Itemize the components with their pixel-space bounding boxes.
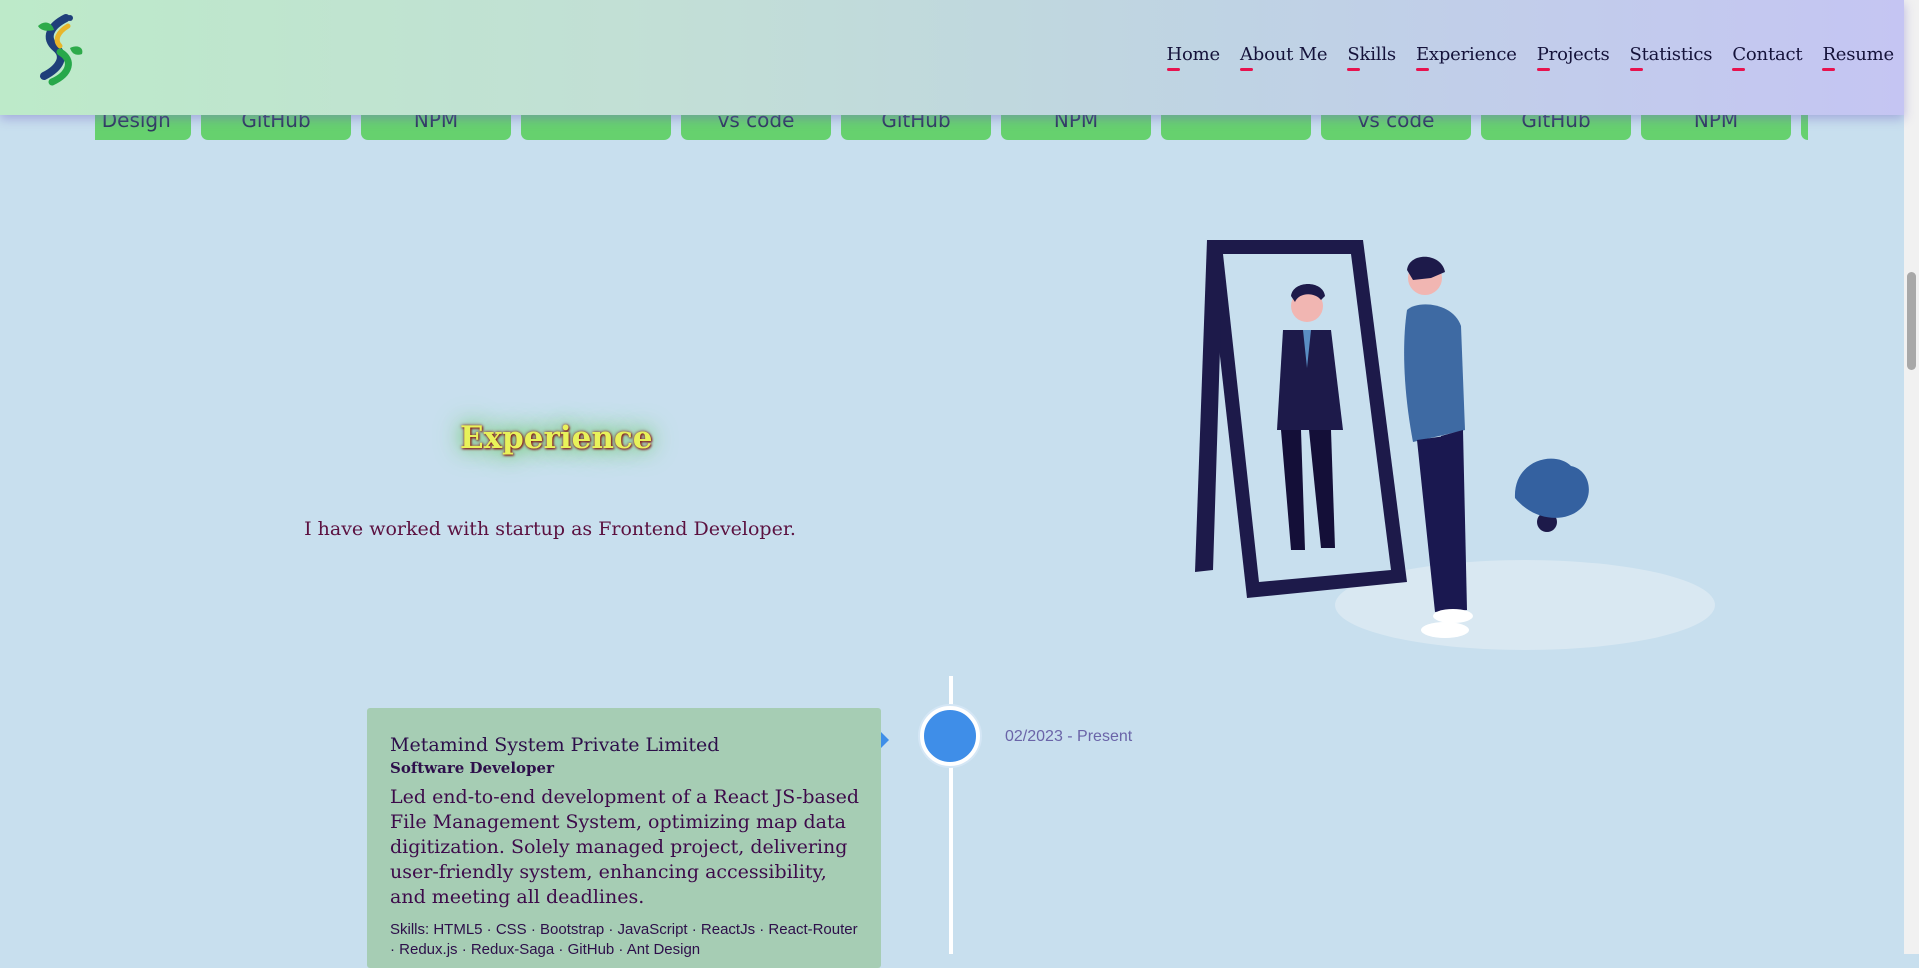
- scrollbar-thumb[interactable]: [1907, 272, 1916, 370]
- timeline-date: 02/2023 - Present: [1005, 728, 1133, 745]
- site-header: Home About Me Skills Experience Projects…: [0, 0, 1904, 115]
- company-name: Metamind System Private Limited: [390, 734, 720, 756]
- main-nav: Home About Me Skills Experience Projects…: [1147, 44, 1894, 71]
- nav-experience[interactable]: Experience: [1415, 44, 1517, 71]
- nav-home[interactable]: Home: [1166, 44, 1220, 71]
- timeline-dot-icon: [920, 706, 980, 766]
- experience-card: Metamind System Private Limited Software…: [367, 708, 881, 968]
- job-description: Led end-to-end development of a React JS…: [390, 785, 860, 909]
- experience-heading: Experience: [460, 420, 653, 456]
- job-role: Software Developer: [390, 758, 554, 777]
- nav-skills[interactable]: Skills: [1347, 44, 1396, 71]
- nav-contact[interactable]: Contact: [1732, 44, 1803, 71]
- nav-projects[interactable]: Projects: [1536, 44, 1610, 71]
- job-skills: Skills: HTML5 · CSS · Bootstrap · JavaSc…: [390, 921, 858, 959]
- nav-statistics[interactable]: Statistics: [1629, 44, 1713, 71]
- nav-resume[interactable]: Resume: [1822, 44, 1894, 71]
- page-scrollbar[interactable]: [1904, 0, 1919, 954]
- mirror-illustration-icon: [1195, 240, 1715, 650]
- experience-subtitle: I have worked with startup as Frontend D…: [304, 518, 796, 540]
- card-pointer: [881, 732, 889, 748]
- nav-about-me[interactable]: About Me: [1240, 44, 1328, 71]
- logo-icon[interactable]: [30, 12, 84, 88]
